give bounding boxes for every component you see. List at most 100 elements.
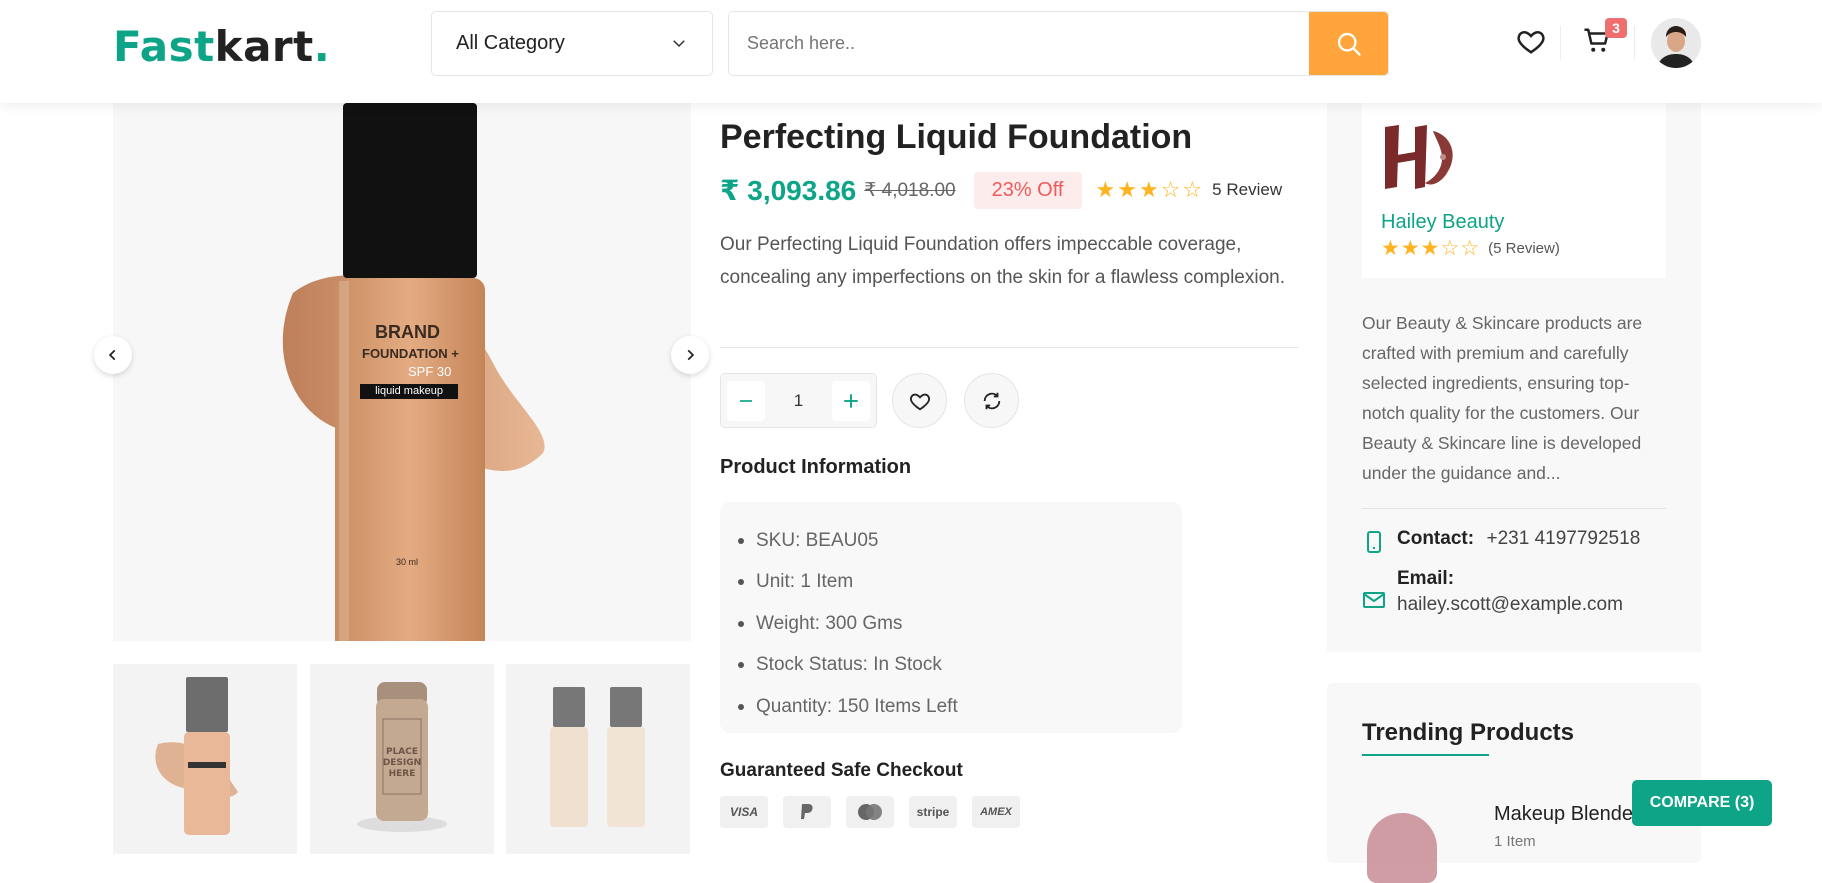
bottle-label-volume: 30 ml [396, 557, 419, 567]
quantity-value[interactable]: 1 [794, 391, 803, 411]
divider [720, 347, 1298, 348]
thumbnail-foundation-image [155, 677, 238, 835]
star-filled-icon: ★ [1095, 177, 1116, 202]
star-filled-icon: ★ [1381, 237, 1400, 260]
contact-label: Contact: [1397, 528, 1475, 549]
logo-kart: kart [214, 22, 314, 71]
cart-count-badge: 3 [1605, 18, 1627, 38]
heading-underline [1362, 754, 1489, 756]
search-box [728, 11, 1389, 76]
quantity-stepper: 1 [720, 373, 877, 428]
visa-icon: VISA [720, 796, 768, 828]
logo-fast: Fast [113, 22, 215, 71]
info-unit: Unit: 1 Item [738, 562, 1182, 604]
vendor-contact: Contact: +231 4197792518 [1362, 528, 1640, 554]
user-avatar[interactable] [1651, 18, 1701, 68]
increase-quantity-button[interactable] [832, 380, 870, 421]
mail-icon [1363, 592, 1385, 608]
product-thumbnail[interactable] [113, 664, 297, 854]
makeup-blender-image[interactable] [1367, 813, 1437, 883]
refresh-icon [983, 392, 1000, 409]
hailey-beauty-logo[interactable] [1381, 121, 1461, 197]
email-value[interactable]: hailey.scott@example.com [1397, 594, 1623, 616]
trending-products-heading: Trending Products [1362, 719, 1575, 746]
product-title: Perfecting Liquid Foundation [720, 118, 1193, 156]
amex-icon: AMEX [972, 796, 1020, 828]
add-to-wishlist-button[interactable] [892, 373, 947, 428]
product-thumbnail[interactable]: PLACE DESIGN HERE [310, 664, 494, 854]
star-empty-icon: ☆ [1160, 177, 1181, 202]
svg-text:DESIGN: DESIGN [383, 758, 421, 768]
info-stock-status: Stock Status: In Stock [738, 645, 1182, 687]
heart-icon [909, 393, 930, 410]
search-input[interactable] [729, 12, 1311, 75]
review-count[interactable]: 5 Review [1212, 180, 1282, 200]
vendor-panel: Hailey Beauty ★ ★ ★ ☆ ☆ (5 Review) Our B… [1327, 103, 1701, 652]
safe-checkout-heading: Guaranteed Safe Checkout [720, 760, 963, 781]
bottle-label-spf: SPF 30 [408, 364, 452, 379]
star-filled-icon: ★ [1117, 177, 1137, 202]
search-icon [1337, 32, 1361, 56]
thumbnail-two-bottles-image [550, 687, 645, 827]
product-thumbnail[interactable] [506, 664, 690, 854]
phone-icon [1367, 531, 1381, 553]
header-divider [1560, 26, 1561, 60]
product-description: Our Perfecting Liquid Foundation offers … [720, 234, 1286, 288]
prev-image-button[interactable] [94, 336, 132, 374]
star-filled-icon: ★ [1400, 237, 1420, 260]
svg-text:PLACE: PLACE [386, 747, 418, 757]
divider [1362, 508, 1666, 509]
chevron-down-icon [673, 40, 685, 48]
vendor-card: Hailey Beauty ★ ★ ★ ☆ ☆ (5 Review) [1362, 103, 1666, 278]
bottle-label-foundation: FOUNDATION + [362, 346, 459, 361]
email-label: Email: [1397, 568, 1455, 589]
compare-button[interactable] [964, 373, 1019, 428]
payment-methods: VISA stripe AMEX [720, 796, 1035, 828]
star-empty-icon: ☆ [1182, 177, 1203, 202]
star-filled-icon: ★ [1420, 237, 1440, 260]
vendor-email: Email: hailey.scott@example.com [1362, 568, 1623, 616]
stripe-icon: stripe [909, 796, 957, 828]
product-rating: ★ ★ ★ ☆ ☆ [1096, 177, 1205, 203]
next-image-button[interactable] [671, 336, 709, 374]
vendor-review-count: (5 Review) [1488, 240, 1560, 257]
logo-dot: . [313, 22, 331, 71]
category-select[interactable]: All Category [431, 11, 713, 76]
compare-floating-button[interactable]: COMPARE (3) [1632, 780, 1772, 826]
paypal-icon [783, 796, 831, 828]
product-information-heading: Product Information [720, 456, 912, 478]
mastercard-icon [846, 796, 894, 828]
search-button[interactable] [1309, 12, 1388, 75]
thumbnail-tube-image: PLACE DESIGN HERE [357, 682, 447, 832]
price-row: ₹ 3,093.86 ₹ 4,018.00 23% Off ★ ★ ★ ☆ ☆ … [720, 170, 1282, 210]
product-price: ₹ 3,093.86 [720, 174, 857, 206]
trending-products-panel: Trending Products Makeup Blender 1 Item [1327, 683, 1701, 883]
trending-item-name[interactable]: Makeup Blender [1494, 803, 1640, 826]
site-header: Fastkart. All Category 3 [0, 0, 1822, 103]
fastkart-logo[interactable]: Fastkart. [113, 22, 330, 71]
category-select-label: All Category [456, 32, 565, 54]
decrease-quantity-button[interactable] [727, 380, 765, 421]
star-empty-icon: ☆ [1460, 237, 1480, 260]
plus-icon [844, 393, 858, 408]
product-information-box: SKU: BEAU05 Unit: 1 Item Weight: 300 Gms… [720, 502, 1182, 733]
user-avatar-image [1651, 18, 1701, 68]
chevron-right-icon [687, 349, 695, 361]
vendor-rating: ★ ★ ★ ☆ ☆ (5 Review) [1381, 236, 1561, 261]
minus-icon [740, 399, 752, 402]
star-empty-icon: ☆ [1440, 237, 1460, 260]
star-filled-icon: ★ [1138, 177, 1159, 202]
info-sku: SKU: BEAU05 [738, 520, 1182, 562]
bottle-label-liquid: liquid makeup [360, 384, 458, 399]
vendor-name[interactable]: Hailey Beauty [1381, 211, 1504, 234]
bottle-label-brand: BRAND [375, 322, 440, 342]
contact-value[interactable]: +231 4197792518 [1487, 528, 1641, 549]
discount-badge: 23% Off [973, 171, 1082, 209]
heart-icon[interactable] [1516, 26, 1546, 56]
info-weight: Weight: 300 Gms [738, 603, 1182, 645]
svg-text:HERE: HERE [389, 769, 416, 779]
trending-item-unit: 1 Item [1494, 833, 1536, 850]
header-divider [1634, 26, 1635, 60]
chevron-left-icon [108, 349, 116, 361]
vendor-description: Our Beauty & Skincare products are craft… [1362, 313, 1643, 483]
